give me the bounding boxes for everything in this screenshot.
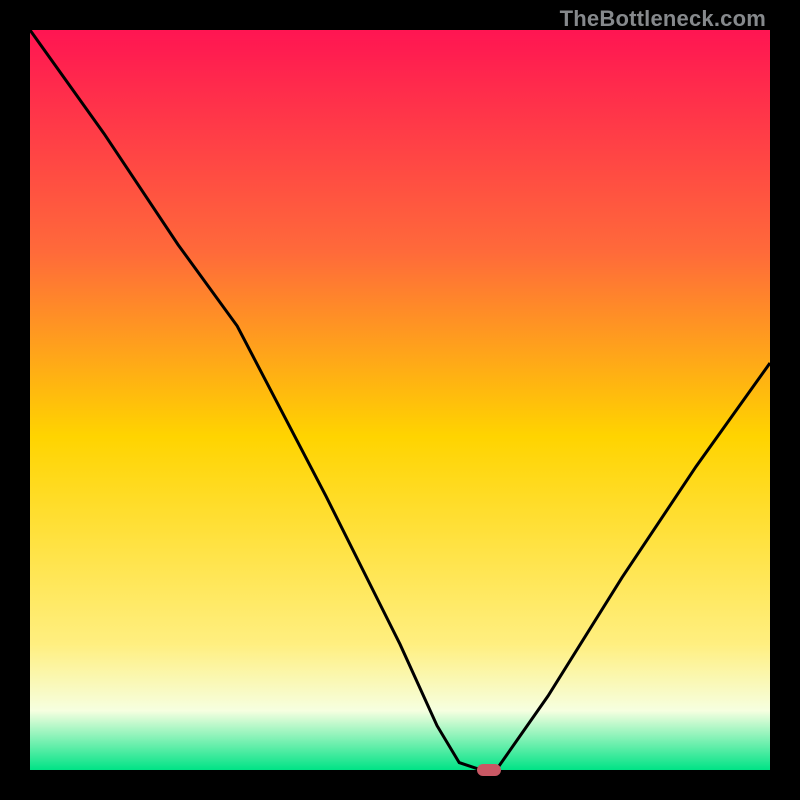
chart-stage: TheBottleneck.com (0, 0, 800, 800)
watermark-text: TheBottleneck.com (560, 6, 766, 32)
plot-area (30, 30, 770, 770)
optimum-marker (477, 764, 501, 776)
bottleneck-curve (30, 30, 770, 770)
